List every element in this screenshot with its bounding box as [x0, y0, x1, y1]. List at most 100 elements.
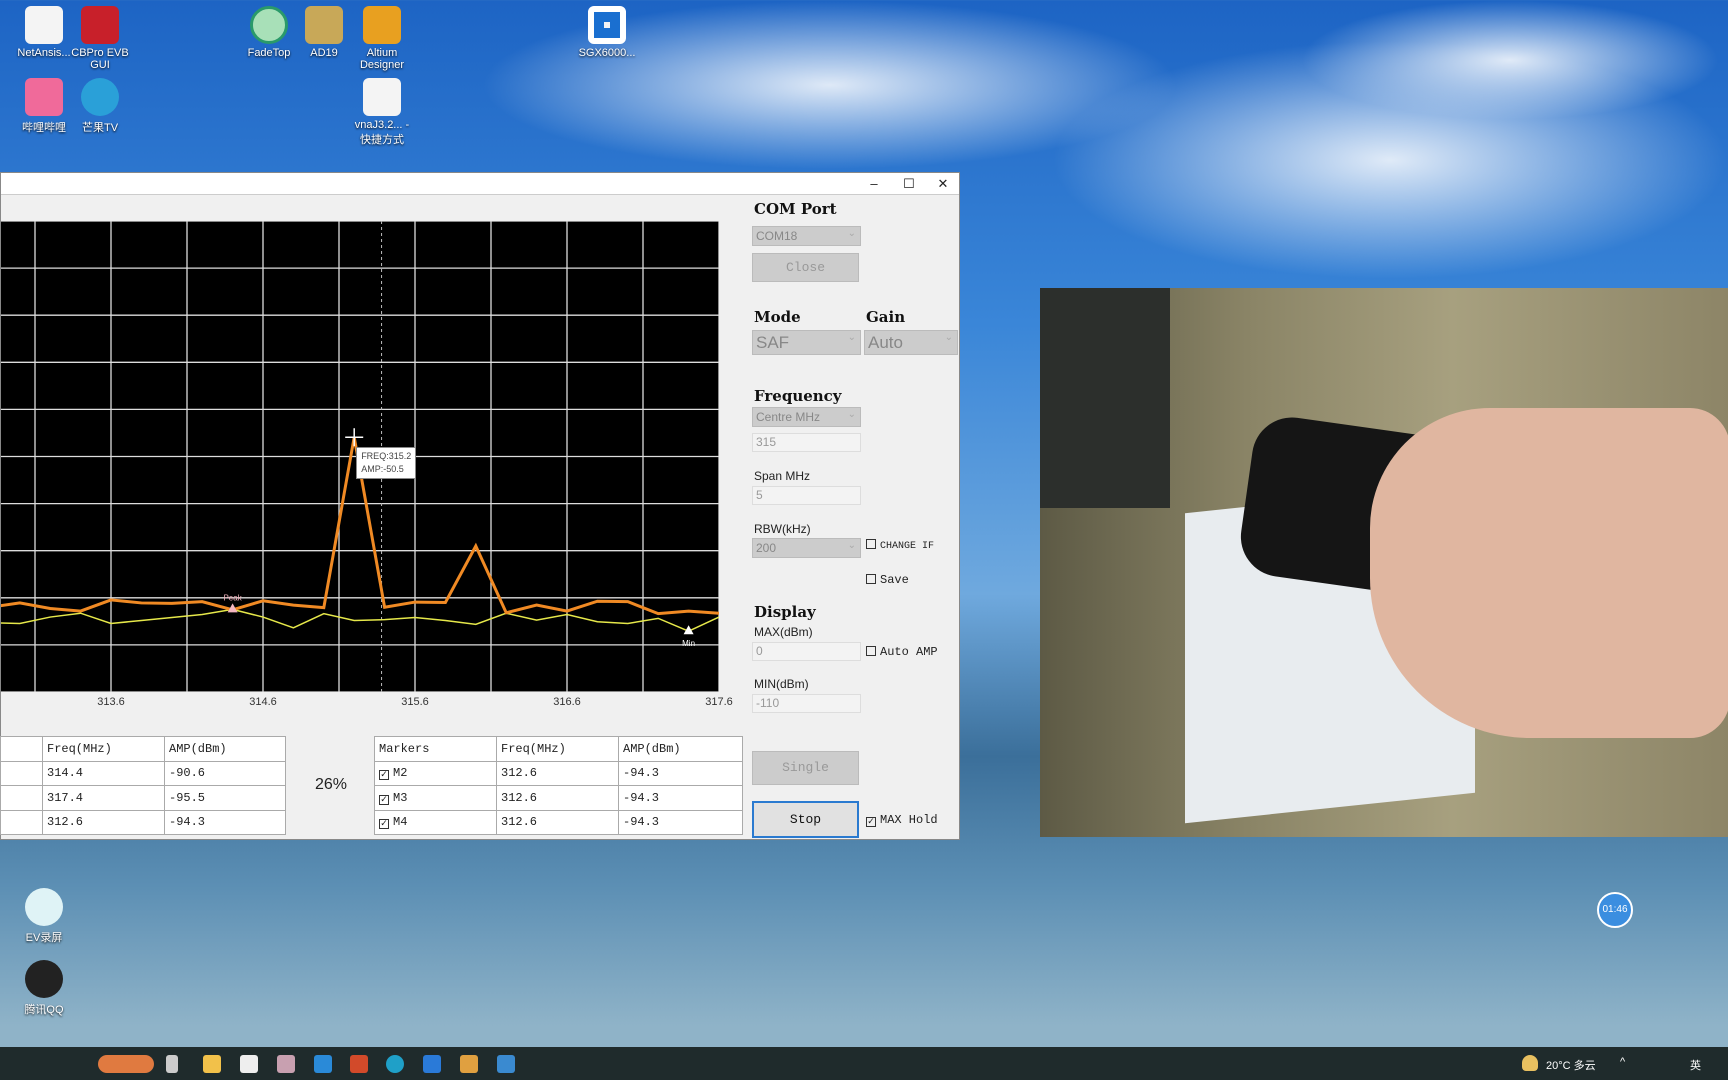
maximize-button[interactable]: ☐ — [892, 173, 926, 195]
span-input[interactable]: 5 — [752, 486, 861, 505]
java-icon — [25, 6, 63, 44]
stop-button[interactable]: Stop — [752, 801, 859, 838]
save-checkbox[interactable]: Save — [866, 573, 909, 587]
task-view-icon[interactable] — [166, 1055, 178, 1073]
people-icon[interactable] — [98, 1055, 154, 1073]
cbpro-icon — [81, 6, 119, 44]
chevron-down-icon: ⌄ — [847, 409, 856, 420]
close-port-button[interactable]: Close — [752, 253, 859, 282]
x-tick-label: 317.6 — [705, 696, 733, 708]
title-bar[interactable]: – ☐ ✕ — [1, 173, 959, 195]
mode-select[interactable]: SAF ⌄ — [752, 330, 861, 355]
desktop-icon-qq[interactable]: 腾讯QQ — [12, 960, 76, 1017]
chevron-down-icon: ⌄ — [847, 540, 856, 551]
document-icon — [588, 6, 626, 44]
ev-icon — [25, 888, 63, 926]
chevron-down-icon: ⌄ — [944, 332, 953, 343]
auto-amp-checkbox[interactable]: Auto AMP — [866, 645, 938, 659]
ime-indicator[interactable]: 英 — [1690, 1057, 1701, 1073]
marker-table: Markers Freq(MHz) AMP(dBm) ✓ M2 312.6 -94.3 ✓… — [374, 736, 743, 835]
table-row: ✓ M3 312.6 -94.3 — [374, 785, 743, 811]
file-explorer-icon[interactable] — [203, 1055, 221, 1073]
spectrum-analyzer-window: – ☐ ✕ Peak Min FREQ:315.2 AMP:-50.5 313.6… — [0, 172, 960, 840]
span-label: Span MHz — [754, 469, 811, 483]
desktop-icon-mangotv[interactable]: 芒果TV — [68, 78, 132, 135]
table-header: Markers Freq(MHz) AMP(dBm) — [374, 736, 743, 762]
marker-checkbox-m2[interactable]: ✓ M2 — [374, 760, 497, 786]
marker-checkbox-m3[interactable]: ✓ M3 — [374, 785, 497, 811]
progress-percent: 26% — [315, 776, 348, 793]
max-dbm-input[interactable]: 0 — [752, 642, 861, 661]
desktop-icon-ev-recorder[interactable]: EV录屏 — [12, 888, 76, 945]
chevron-down-icon: ⌄ — [847, 332, 856, 343]
x-tick-label: 314.6 — [249, 696, 277, 708]
rbw-select[interactable]: 200 ⌄ — [752, 538, 861, 558]
change-if-checkbox[interactable]: CHANGE IF — [866, 539, 934, 552]
spectrum-app-icon[interactable] — [460, 1055, 478, 1073]
desktop-icon-netansis[interactable]: NetAnsis... — [12, 6, 76, 59]
desktop-icon-cbpro[interactable]: CBPro EVB GUI — [68, 6, 132, 71]
edge-icon[interactable] — [386, 1055, 404, 1073]
weather-icon — [1522, 1055, 1538, 1071]
gain-label: Gain — [866, 308, 906, 326]
display-label: Display — [754, 603, 816, 621]
table-row: ✓ M2 312.6 -94.3 — [374, 760, 743, 786]
altium-icon — [363, 6, 401, 44]
frequency-mode-select[interactable]: Centre MHz ⌄ — [752, 407, 861, 427]
desktop-icon-vnaj[interactable]: vnaJ3.2... - 快捷方式 — [350, 78, 414, 147]
table-row: ✓ M4 312.6 -94.3 — [374, 809, 743, 835]
com-port-label: COM Port — [754, 200, 837, 218]
table-row: 312.6 -94.3 — [0, 809, 286, 835]
cloud — [1300, 0, 1720, 120]
frequency-label: Frequency — [754, 387, 842, 405]
edge-icon — [81, 78, 119, 116]
max-dbm-label: MAX(dBm) — [754, 625, 813, 639]
marker-label: Min — [682, 639, 695, 648]
app-icon[interactable] — [277, 1055, 295, 1073]
rbw-label: RBW(kHz) — [754, 522, 811, 536]
desktop-icon-ad19[interactable]: AD19 — [292, 6, 356, 59]
min-dbm-input[interactable]: -110 — [752, 694, 861, 713]
fadetop-icon — [250, 6, 288, 44]
desktop-icon-bilibili[interactable]: 哔哩哔哩 — [12, 78, 76, 135]
spectrum-plot[interactable]: Peak Min FREQ:315.2 AMP:-50.5 — [1, 221, 719, 692]
monitor-shape — [1040, 288, 1170, 508]
desktop-icon-altium[interactable]: Altium Designer — [350, 6, 414, 71]
close-window-button[interactable]: ✕ — [926, 173, 960, 195]
table-row: 317.4 -95.5 — [0, 785, 286, 811]
qq-penguin-icon — [25, 960, 63, 998]
java-icon — [363, 78, 401, 116]
minimize-button[interactable]: – — [857, 173, 891, 195]
table-header: Freq(MHz) AMP(dBm) — [0, 736, 286, 762]
single-button[interactable]: Single — [752, 751, 859, 785]
max-hold-checkbox[interactable]: ✓ MAX Hold — [866, 813, 938, 827]
app-icon[interactable] — [423, 1055, 441, 1073]
peak-table: Freq(MHz) AMP(dBm) 314.4 -90.6 317.4 -95.5 … — [0, 736, 286, 835]
powerpoint-icon[interactable] — [350, 1055, 368, 1073]
x-tick-label: 313.6 — [97, 696, 125, 708]
centre-frequency-input[interactable]: 315 — [752, 433, 861, 452]
marker-label: Peak — [223, 593, 242, 602]
bilibili-icon — [25, 78, 63, 116]
com-port-select[interactable]: COM18 ⌄ — [752, 226, 861, 246]
clock-bubble[interactable]: 01:46 — [1597, 892, 1633, 928]
desktop-icon-sgx6000[interactable]: SGX6000... — [575, 6, 639, 59]
tooltip-amp: AMP:-50.5 — [361, 464, 404, 475]
photos-icon[interactable] — [497, 1055, 515, 1073]
x-tick-label: 315.6 — [401, 696, 429, 708]
ad19-icon — [305, 6, 343, 44]
peak-tooltip: FREQ:315.2 AMP:-50.5 — [356, 447, 417, 480]
store-icon[interactable] — [240, 1055, 258, 1073]
x-tick-label: 316.6 — [553, 696, 581, 708]
tray-chevron-icon[interactable]: ^ — [1620, 1056, 1625, 1068]
marker-checkbox-m4[interactable]: ✓ M4 — [374, 809, 497, 835]
taskbar: 20°C 多云 ^ 英 — [0, 1047, 1728, 1080]
min-dbm-label: MIN(dBm) — [754, 677, 809, 691]
gain-select[interactable]: Auto ⌄ — [864, 330, 958, 355]
weather-text[interactable]: 20°C 多云 — [1546, 1057, 1596, 1073]
chevron-down-icon: ⌄ — [847, 228, 856, 239]
mode-label: Mode — [754, 308, 801, 326]
mail-icon[interactable] — [314, 1055, 332, 1073]
webcam-video-overlay — [1040, 288, 1728, 837]
tooltip-freq: FREQ:315.2 — [361, 451, 412, 462]
